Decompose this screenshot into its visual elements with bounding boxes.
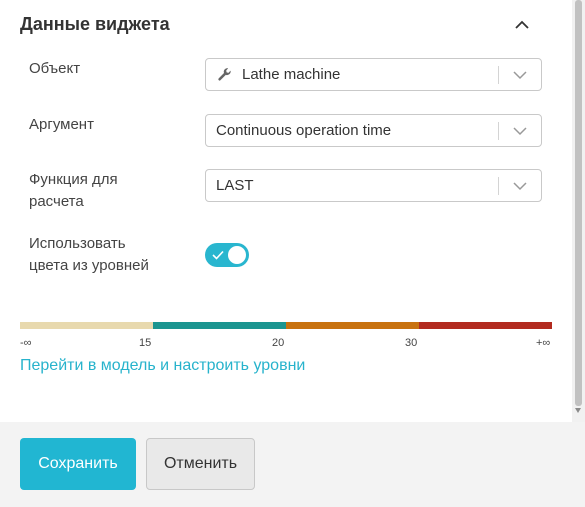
panel-title: Данные виджета: [20, 14, 170, 34]
scroll-down-arrow-icon[interactable]: [575, 408, 581, 413]
use-colors-label-line1: Использовать: [29, 235, 126, 252]
level-tick-label: 20: [272, 337, 285, 349]
level-segment-1: [20, 322, 153, 329]
use-colors-label-line2: цвета из уровней: [29, 257, 149, 274]
level-tick-label: +∞: [536, 337, 551, 349]
chevron-down-icon: [513, 127, 527, 136]
object-value-text: Lathe machine: [242, 66, 341, 83]
scrollbar-thumb[interactable]: [575, 0, 582, 406]
select-separator: [498, 177, 499, 195]
chevron-down-icon: [513, 182, 527, 191]
save-button[interactable]: Сохранить: [20, 438, 136, 490]
function-select[interactable]: LAST: [205, 169, 542, 202]
function-value-text: LAST: [216, 177, 254, 194]
check-icon: [212, 250, 224, 260]
function-label: Функция для расчета: [29, 169, 118, 213]
collapse-button[interactable]: [508, 12, 536, 38]
chevron-down-icon: [513, 71, 527, 80]
object-select[interactable]: Lathe machine: [205, 58, 542, 91]
object-select-value: Lathe machine: [216, 59, 340, 90]
use-colors-label: Использовать цвета из уровней: [29, 233, 149, 277]
function-label-line2: расчета: [29, 193, 84, 210]
argument-label: Аргумент: [29, 116, 94, 133]
object-label: Объект: [29, 60, 81, 77]
use-colors-toggle[interactable]: [205, 243, 249, 267]
wrench-icon: [218, 67, 231, 81]
select-separator: [498, 66, 499, 84]
function-label-line1: Функция для: [29, 171, 118, 188]
level-tick-label: -∞: [20, 337, 32, 349]
widget-data-panel: Данные виджета Объект Lathe machine Аргу…: [0, 0, 572, 422]
level-segment-3: [286, 322, 419, 329]
cancel-button[interactable]: Отменить: [146, 438, 255, 490]
level-segment-2: [153, 322, 286, 329]
level-segment-4: [419, 322, 552, 329]
argument-select[interactable]: Continuous operation time: [205, 114, 542, 147]
select-separator: [498, 122, 499, 140]
argument-value-text: Continuous operation time: [216, 122, 392, 139]
level-tick-label: 15: [139, 337, 152, 349]
level-tick-label: 30: [405, 337, 418, 349]
configure-levels-link[interactable]: Перейти в модель и настроить уровни: [20, 357, 305, 375]
chevron-up-icon: [515, 20, 529, 29]
toggle-knob: [228, 246, 246, 264]
